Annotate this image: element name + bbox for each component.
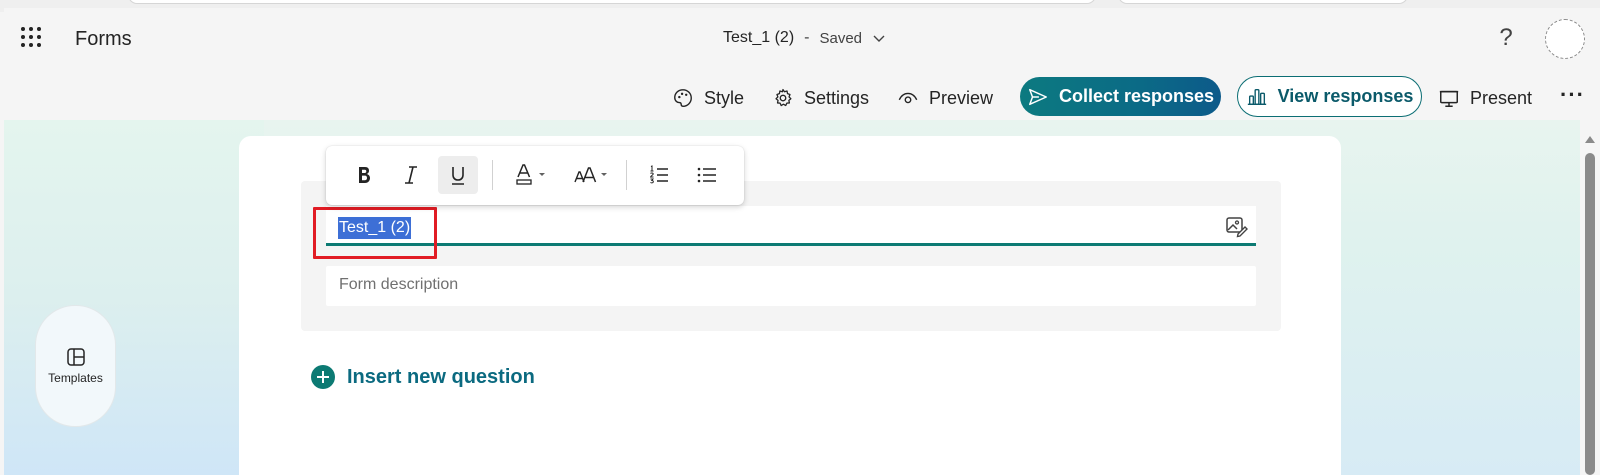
more-options-icon[interactable]: ··· (1560, 82, 1585, 108)
present-button[interactable]: Present (1438, 76, 1532, 120)
collect-responses-button[interactable]: Collect responses (1020, 77, 1221, 116)
add-circle-icon (311, 365, 335, 389)
toolbar-divider (626, 160, 627, 190)
app-name[interactable]: Forms (75, 28, 132, 51)
italic-icon (405, 166, 417, 184)
insert-new-question-button[interactable]: Insert new question (311, 365, 535, 389)
insert-new-question-label: Insert new question (347, 365, 535, 388)
form-title-input[interactable] (326, 206, 1256, 246)
toolbar-divider (492, 160, 493, 190)
browser-tab-pill (1118, 0, 1408, 4)
template-layout-icon (66, 348, 85, 366)
chevron-down-icon (873, 35, 885, 42)
settings-label: Settings (804, 87, 870, 108)
browser-tab-pill (128, 0, 1096, 4)
numbered-list-icon (649, 165, 668, 184)
help-icon[interactable]: ? (1494, 24, 1518, 52)
bullet-list-icon (697, 167, 716, 183)
templates-label: Templates (48, 371, 103, 385)
style-button[interactable]: Style (672, 76, 744, 120)
avatar[interactable] (1545, 19, 1585, 59)
view-responses-button[interactable]: View responses (1237, 76, 1422, 117)
description-placeholder: Form description (339, 276, 459, 293)
scrollbar-thumb[interactable] (1585, 153, 1595, 475)
preview-label: Preview (929, 87, 994, 108)
font-color-button[interactable] (506, 156, 558, 194)
preview-button[interactable]: Preview (897, 76, 993, 120)
bar-chart-icon (1247, 88, 1266, 105)
save-status: Saved (819, 29, 863, 47)
annotation-highlight-box (313, 207, 437, 259)
form-description-input[interactable]: Form description (326, 266, 1256, 306)
present-label: Present (1470, 87, 1533, 108)
send-icon (1028, 88, 1047, 105)
font-size-icon (574, 167, 607, 183)
bold-icon (359, 167, 370, 183)
insert-image-icon[interactable] (1224, 214, 1248, 238)
style-label: Style (704, 87, 745, 108)
underline-button[interactable] (438, 156, 478, 194)
underline-icon (452, 167, 464, 185)
bold-button[interactable] (344, 156, 384, 194)
italic-button[interactable] (391, 156, 431, 194)
bullet-list-button[interactable] (687, 156, 727, 194)
document-title: Test_1 (2) (723, 29, 795, 46)
document-title-menu[interactable]: Test_1 (2) - Saved (723, 29, 886, 47)
font-color-icon (516, 164, 545, 185)
palette-icon (674, 89, 692, 107)
settings-button[interactable]: Settings (772, 76, 869, 120)
font-size-button[interactable] (566, 156, 618, 194)
scroll-up-arrow-icon[interactable] (1580, 133, 1600, 145)
presentation-icon (1439, 90, 1459, 107)
title-separator: - (804, 29, 810, 46)
collect-responses-label: Collect responses (1058, 86, 1215, 106)
gear-icon (775, 88, 792, 107)
app-launcher-icon[interactable] (21, 27, 41, 47)
numbered-list-button[interactable] (639, 156, 679, 194)
text-format-toolbar (326, 146, 744, 205)
templates-button[interactable]: Templates (35, 305, 116, 427)
eye-icon (898, 92, 918, 104)
view-responses-label: View responses (1277, 86, 1414, 106)
